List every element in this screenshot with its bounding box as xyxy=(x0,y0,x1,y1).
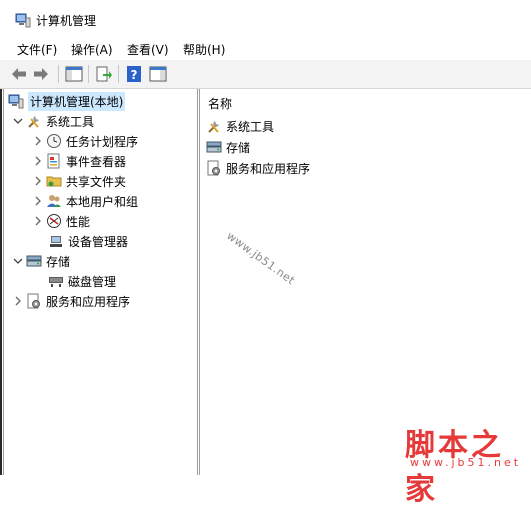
toolbar-separator xyxy=(88,65,89,83)
show-hide-action-pane-icon[interactable] xyxy=(149,65,167,83)
tree-item-label: 性能 xyxy=(66,214,91,229)
services-apps-icon xyxy=(27,293,40,309)
tree-item-label: 本地用户和组 xyxy=(66,194,139,209)
event-viewer-icon xyxy=(47,153,60,169)
svg-text:?: ? xyxy=(131,68,138,82)
back-icon[interactable] xyxy=(10,65,28,83)
chevron-right-icon[interactable] xyxy=(32,175,44,187)
system-tools-icon xyxy=(208,121,219,133)
tree-item-label: 事件查看器 xyxy=(66,154,127,169)
tree-item-device-manager[interactable]: 设备管理器 xyxy=(48,231,128,251)
tree-item-label: 磁盘管理 xyxy=(68,274,117,289)
tree-item-task-scheduler[interactable]: 任务计划程序 xyxy=(32,131,138,151)
chevron-right-icon[interactable] xyxy=(32,195,44,207)
chevron-right-icon[interactable] xyxy=(32,155,44,167)
list-item[interactable]: 存储 xyxy=(206,137,250,157)
tree-item-label: 任务计划程序 xyxy=(66,134,139,149)
brand-url: www.jb51.net xyxy=(410,456,522,469)
toolbar: ? xyxy=(0,60,531,89)
chevron-right-icon[interactable] xyxy=(12,295,24,307)
disk-management-icon xyxy=(49,277,63,287)
computer-management-icon xyxy=(8,94,24,109)
menu-action[interactable]: 操作(A) xyxy=(71,41,113,58)
chevron-right-icon[interactable] xyxy=(32,135,44,147)
storage-icon xyxy=(26,255,42,267)
tree-item-event-viewer[interactable]: 事件查看器 xyxy=(32,151,126,171)
export-list-icon[interactable] xyxy=(95,65,113,83)
list-item-label: 系统工具 xyxy=(226,119,275,134)
clock-icon xyxy=(47,134,61,148)
tree-item-disk-management[interactable]: 磁盘管理 xyxy=(48,271,116,291)
computer-management-icon xyxy=(15,13,31,28)
device-manager-icon xyxy=(50,236,62,247)
users-icon xyxy=(47,195,61,207)
list-item[interactable]: 服务和应用程序 xyxy=(206,158,310,178)
tree-item-storage[interactable]: 存储 xyxy=(12,251,70,271)
shared-folder-icon xyxy=(46,176,62,187)
console-tree: 计算机管理(本地) 系统工具 任务计划程序 事件查看器 共享文件夹 本地用户和组… xyxy=(3,89,198,475)
column-header-name[interactable]: 名称 xyxy=(208,95,232,112)
tree-item-label: 计算机管理(本地) xyxy=(28,91,126,111)
list-item-label: 存储 xyxy=(226,140,251,155)
tree-item-root[interactable]: 计算机管理(本地) xyxy=(8,91,126,111)
toolbar-separator xyxy=(118,65,119,83)
system-tools-icon xyxy=(28,116,39,128)
window-frame-left xyxy=(0,89,2,475)
chevron-right-icon[interactable] xyxy=(32,215,44,227)
help-icon[interactable]: ? xyxy=(125,65,143,83)
list-item[interactable]: 系统工具 xyxy=(206,116,274,136)
window-title: 计算机管理 xyxy=(36,14,97,28)
menu-file[interactable]: 文件(F) xyxy=(17,41,57,58)
storage-icon xyxy=(206,141,222,153)
menu-view[interactable]: 查看(V) xyxy=(127,41,169,58)
chevron-down-icon[interactable] xyxy=(12,255,24,267)
tree-item-local-users[interactable]: 本地用户和组 xyxy=(32,191,138,211)
tree-item-label: 共享文件夹 xyxy=(66,174,127,189)
menu-help[interactable]: 帮助(H) xyxy=(183,41,225,58)
chevron-down-icon[interactable] xyxy=(12,115,24,127)
services-apps-icon xyxy=(207,160,220,176)
forward-icon[interactable] xyxy=(32,65,50,83)
show-hide-tree-icon[interactable] xyxy=(65,65,83,83)
title-bar: 计算机管理 xyxy=(0,0,531,38)
tree-item-label: 存储 xyxy=(46,254,71,269)
tree-item-label: 设备管理器 xyxy=(68,234,129,249)
list-item-label: 服务和应用程序 xyxy=(226,161,311,176)
performance-icon xyxy=(47,214,61,228)
tree-item-services-apps[interactable]: 服务和应用程序 xyxy=(12,291,130,311)
tree-item-label: 服务和应用程序 xyxy=(46,294,131,309)
details-pane: 名称 系统工具 存储 服务和应用程序 xyxy=(199,89,531,475)
menu-bar: 文件(F) 操作(A) 查看(V) 帮助(H) xyxy=(0,38,531,60)
tree-item-shared-folders[interactable]: 共享文件夹 xyxy=(32,171,126,191)
tree-item-system-tools[interactable]: 系统工具 xyxy=(12,111,94,131)
tree-item-label: 系统工具 xyxy=(46,114,95,129)
toolbar-separator xyxy=(58,65,59,83)
tree-item-performance[interactable]: 性能 xyxy=(32,211,90,231)
